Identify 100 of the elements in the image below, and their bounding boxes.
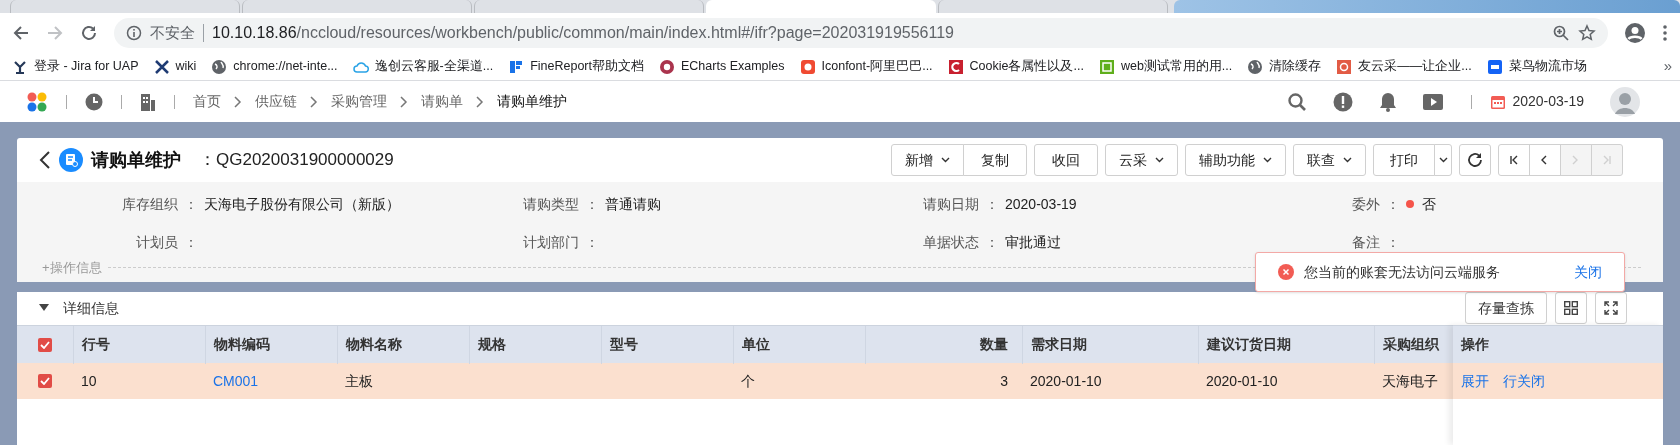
field-label: 请购日期 bbox=[922, 194, 980, 214]
field-colon: ： bbox=[584, 232, 599, 252]
breadcrumb-link[interactable]: 供应链 bbox=[255, 91, 297, 112]
column-header: 需求日期 bbox=[1031, 335, 1087, 354]
bell-icon[interactable] bbox=[1379, 91, 1398, 112]
table-cell-text: 天海电子 bbox=[1382, 371, 1438, 391]
grid-view-button[interactable] bbox=[1555, 292, 1587, 325]
checkbox[interactable] bbox=[38, 337, 52, 352]
stock-query-button[interactable]: 存量查拣 bbox=[1465, 292, 1547, 325]
bookmark-link[interactable]: 友云采——让企业... bbox=[1358, 57, 1472, 76]
first-page-icon bbox=[1509, 155, 1519, 165]
bookmark-link[interactable]: wiki bbox=[175, 57, 197, 76]
checkmark-icon bbox=[40, 377, 50, 385]
breadcrumb-link[interactable]: 请购单 bbox=[421, 91, 463, 112]
security-label: 不安全 bbox=[150, 22, 195, 43]
more-bookmarks-button[interactable]: » bbox=[1663, 55, 1672, 78]
letter-c-icon bbox=[947, 58, 964, 75]
zoom-icon bbox=[1552, 24, 1570, 42]
field-value: 普通请购 bbox=[604, 194, 661, 214]
table-row[interactable]: 10 CM001 主板 个 3 2020-01-10 2020-01-10 天海电子 bbox=[17, 363, 1453, 399]
square-icon bbox=[1098, 58, 1115, 75]
info-icon bbox=[126, 25, 142, 41]
field-colon: ： bbox=[985, 232, 999, 252]
caret-icon bbox=[1343, 157, 1352, 163]
field-colon: ： bbox=[985, 194, 999, 214]
fullscreen-button[interactable] bbox=[1595, 292, 1627, 325]
search-icon[interactable] bbox=[1287, 91, 1308, 112]
breadcrumb-link[interactable]: 首页 bbox=[193, 91, 221, 112]
scissors-icon bbox=[153, 58, 170, 75]
table-cell-text: 10 bbox=[81, 371, 97, 391]
bookmark-link[interactable]: chrome://net-inte... bbox=[233, 57, 338, 76]
toolbar-button[interactable]: 新增 bbox=[891, 144, 964, 176]
star-icon bbox=[1578, 24, 1596, 42]
bookmark-link[interactable]: FineReport帮助文档 bbox=[530, 57, 644, 76]
globe-icon bbox=[1247, 58, 1264, 75]
page-title: 请购单维护 bbox=[91, 148, 181, 172]
breadcrumb-link[interactable]: 采购管理 bbox=[331, 91, 387, 112]
checkbox[interactable] bbox=[38, 374, 52, 388]
address-bar[interactable]: 不安全 10.10.18.86/nccloud/resources/workbench/public/common/main/index.html#/ifr?page=202031919556119 bbox=[114, 18, 1608, 48]
building-icon[interactable] bbox=[140, 92, 156, 111]
material-code-link[interactable]: CM001 bbox=[213, 370, 259, 392]
bookmark-link[interactable]: Cookie各属性以及... bbox=[969, 57, 1084, 76]
row-action-link[interactable]: 行关闭 bbox=[1503, 370, 1545, 392]
current-date: 2020-03-19 bbox=[1512, 92, 1584, 111]
toolbar-button[interactable]: 辅助功能 bbox=[1185, 144, 1286, 176]
column-header: 数量 bbox=[980, 335, 1008, 354]
column-header: 规格 bbox=[478, 335, 506, 354]
toast-message: 您当前的账套无法访问云端服务 bbox=[1304, 262, 1500, 282]
field-label: 单据状态 bbox=[922, 232, 980, 252]
toolbar-button[interactable]: 云采 bbox=[1105, 144, 1178, 176]
toolbar-button[interactable]: 收回 bbox=[1034, 144, 1098, 176]
table-cell-text: 3 bbox=[1000, 371, 1008, 391]
refresh-icon bbox=[1466, 151, 1484, 169]
url-text: 10.10.18.86/nccloud/resources/workbench/public/common/main/index.html#/ifr?page=202031919556119 bbox=[212, 23, 955, 43]
table-cell-text: 2020-01-10 bbox=[1030, 371, 1102, 391]
bookmark-link[interactable]: ECharts Examples bbox=[681, 57, 785, 76]
bookmark-link[interactable]: web测试常用的用... bbox=[1120, 57, 1233, 76]
bookmark-link[interactable]: 清除缓存 bbox=[1269, 57, 1322, 76]
field-label: 备注 bbox=[1350, 232, 1381, 252]
print-button[interactable]: 打印 bbox=[1373, 144, 1435, 176]
profile-icon bbox=[1624, 22, 1646, 44]
table-cell-text: 个 bbox=[741, 371, 755, 391]
app-logo-icon[interactable] bbox=[26, 90, 48, 113]
column-header: 物料编码 bbox=[214, 335, 270, 354]
field-colon: ： bbox=[184, 194, 198, 214]
back-icon[interactable] bbox=[39, 151, 51, 169]
forward-icon bbox=[46, 24, 64, 42]
square-icon bbox=[1486, 58, 1503, 75]
bookmark-link[interactable]: Iconfont-阿里巴巴... bbox=[821, 57, 933, 76]
column-header: 采购组织 bbox=[1383, 335, 1439, 354]
alert-icon[interactable] bbox=[1333, 91, 1354, 112]
toolbar-button[interactable]: 复制 bbox=[963, 144, 1027, 176]
field-label: 库存组织 bbox=[121, 194, 179, 214]
caret-icon bbox=[941, 157, 950, 163]
print-menu-button[interactable] bbox=[1434, 144, 1452, 176]
globe-icon bbox=[211, 58, 228, 75]
refresh-button[interactable] bbox=[1459, 144, 1491, 176]
section-title: 详细信息 bbox=[63, 298, 119, 318]
calendar-icon bbox=[1490, 93, 1507, 110]
bookmark-link[interactable]: 登录 - Jira for UAP bbox=[34, 57, 139, 76]
column-header: 型号 bbox=[610, 335, 638, 354]
field-colon: ： bbox=[1385, 232, 1400, 252]
chevron-right-icon bbox=[475, 95, 485, 108]
bookmark-link[interactable]: 逸创云客服-全渠道... bbox=[374, 57, 494, 76]
close-link[interactable]: 关闭 bbox=[1574, 261, 1602, 283]
row-action-link[interactable]: 展开 bbox=[1461, 370, 1489, 392]
pager-button[interactable] bbox=[1529, 144, 1561, 176]
table-cell-text: 主板 bbox=[345, 371, 373, 391]
pager-button[interactable] bbox=[1498, 144, 1530, 176]
document-icon bbox=[59, 148, 83, 172]
collapse-triangle-icon[interactable] bbox=[39, 304, 49, 313]
field-colon: ： bbox=[584, 194, 599, 214]
field-value: 2020-03-19 bbox=[1005, 194, 1077, 214]
video-icon[interactable] bbox=[1423, 92, 1446, 111]
letter-f-icon bbox=[508, 58, 525, 75]
avatar-icon[interactable] bbox=[1610, 86, 1640, 117]
caret-icon bbox=[1155, 157, 1164, 163]
toolbar-button[interactable]: 联查 bbox=[1293, 144, 1366, 176]
clock-icon[interactable] bbox=[85, 92, 103, 111]
bookmark-link[interactable]: 菜鸟物流市场 bbox=[1508, 57, 1587, 76]
